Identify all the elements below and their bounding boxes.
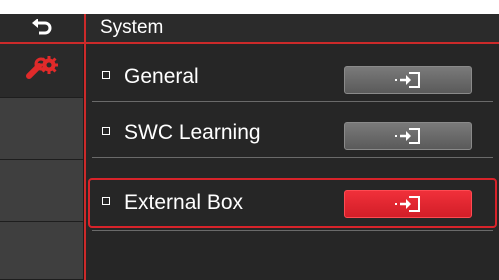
enter-icon	[395, 196, 420, 212]
row-divider	[92, 230, 493, 231]
row-divider	[92, 157, 493, 158]
enter-button[interactable]	[344, 190, 472, 218]
bullet-icon	[102, 127, 110, 135]
menu-item-label: External Box	[124, 191, 244, 214]
bullet-icon	[102, 197, 110, 205]
sidebar-item-3[interactable]	[0, 160, 84, 222]
page-title: System	[84, 14, 499, 44]
top-strip	[0, 0, 499, 14]
bullet-icon	[102, 71, 110, 79]
menu-item-label: SWC Learning	[124, 121, 261, 144]
enter-button[interactable]	[344, 122, 472, 150]
wrench-gear-icon	[26, 56, 58, 79]
system-settings-screen: System General SWC Learning External Box	[0, 0, 499, 280]
settings-list: General SWC Learning External Box	[84, 44, 499, 280]
sidebar-item-2[interactable]	[0, 98, 84, 160]
sidebar-item-system[interactable]	[0, 44, 84, 98]
row-divider	[92, 101, 493, 102]
menu-item-swc-learning[interactable]: SWC Learning	[86, 108, 499, 158]
sidebar-item-4[interactable]	[0, 222, 84, 280]
enter-icon	[395, 128, 420, 144]
menu-item-general[interactable]: General	[86, 52, 499, 102]
enter-button[interactable]	[344, 66, 472, 94]
menu-item-label: General	[124, 65, 199, 88]
enter-icon	[395, 72, 420, 88]
sidebar	[0, 44, 84, 280]
back-arrow-icon	[32, 19, 52, 35]
back-button[interactable]	[0, 14, 84, 44]
menu-item-external-box[interactable]: External Box	[88, 178, 497, 228]
